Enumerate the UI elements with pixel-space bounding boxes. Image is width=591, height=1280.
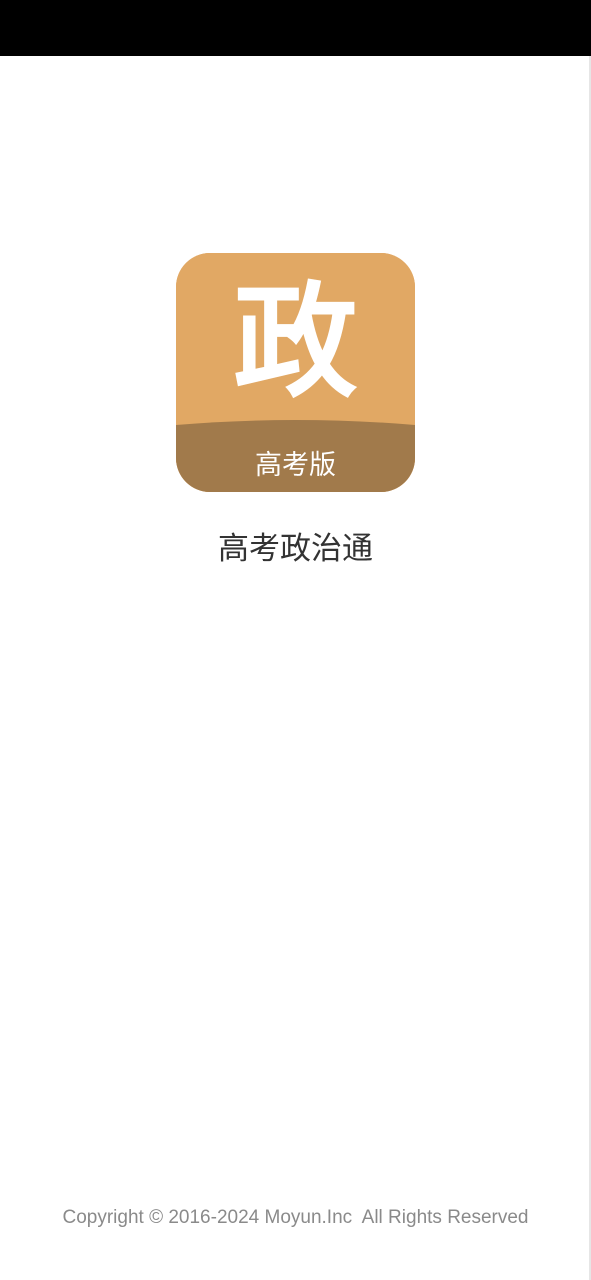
logo-band-label: 高考版	[255, 450, 336, 481]
app-name-title: 高考政治通	[218, 531, 373, 567]
app-logo-icon: 政 高考版	[176, 253, 415, 492]
copyright-text: Copyright © 2016-2024 Moyun.Inc All Righ…	[62, 1207, 529, 1228]
splash-screen	[0, 56, 591, 1280]
logo-main-character: 政	[233, 271, 358, 415]
status-bar	[0, 0, 591, 56]
